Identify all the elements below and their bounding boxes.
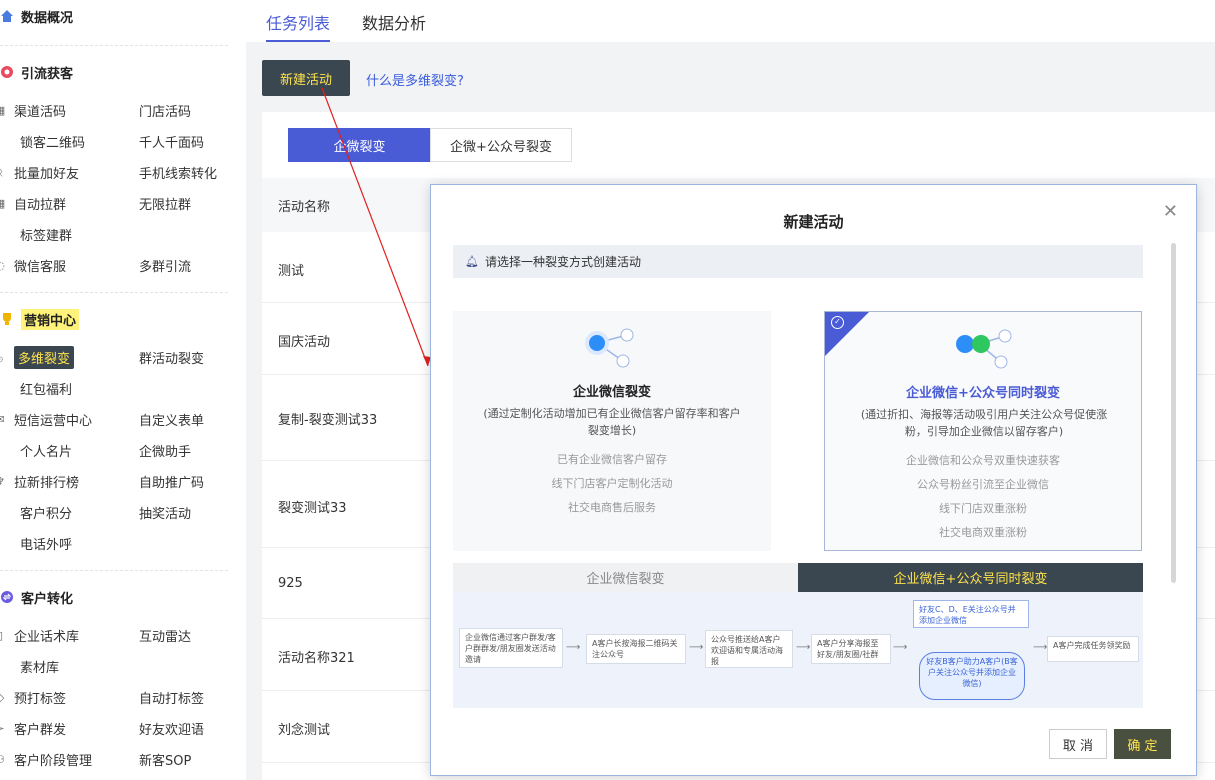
flow-step: A客户分享海报至好友/朋友圈/社群 — [811, 634, 891, 664]
qrcode-icon: ▦ — [0, 197, 6, 210]
flow-tabs: 企业微信裂变 企业微信+公众号同时裂变 — [453, 563, 1143, 592]
sidebar-item-red-packet[interactable]: 红包福利 — [20, 378, 72, 398]
arrow-right-icon: ⟶ — [689, 642, 704, 653]
action-bar: 新建活动 什么是多维裂变? — [246, 42, 1215, 112]
send-icon: ➢ — [0, 722, 6, 735]
tab-data-analysis[interactable]: 数据分析 — [362, 10, 426, 34]
top-tabs: 任务列表 数据分析 — [246, 0, 1215, 42]
trophy-icon — [0, 312, 14, 326]
sidebar-item-radar[interactable]: 互动雷达 — [139, 625, 191, 645]
flow-tab-wecom[interactable]: 企业微信裂变 — [453, 563, 798, 592]
sidebar-item-personal-code[interactable]: 千人千面码 — [139, 131, 204, 151]
qrcode-icon: ▦ — [0, 104, 6, 117]
bell-icon: 🔔︎ — [465, 255, 479, 268]
chat-icon: ◌ — [0, 259, 6, 272]
network-icon — [956, 329, 1012, 369]
close-icon[interactable]: ✕ — [1163, 201, 1178, 222]
flow-step: 好友B客户助力A客户(B客户关注公众号并添加企业微信) — [919, 652, 1025, 700]
sidebar-item-multi-fission[interactable]: ۞多维裂变 — [0, 345, 75, 369]
sidebar-item-store-code[interactable]: 门店活码 — [139, 100, 191, 120]
section-traffic[interactable]: 引流获客 — [0, 60, 73, 84]
divider — [0, 45, 228, 46]
flow-step: A客户长按海报二维码关注公众号 — [586, 634, 686, 664]
sidebar-item-welcome[interactable]: 好友欢迎语 — [139, 718, 204, 738]
sidebar-overview[interactable]: 数据概况 — [0, 4, 73, 28]
sidebar-item-leaderboard[interactable]: ♆拉新排行榜 — [0, 471, 79, 491]
sidebar-item-group-fission[interactable]: 群活动裂变 — [139, 347, 204, 367]
segment-wecom-mp-fission[interactable]: 企微+公众号裂变 — [430, 128, 572, 162]
notice-bar: 🔔︎ 请选择一种裂变方式创建活动 — [453, 245, 1143, 278]
convert-icon — [0, 590, 14, 604]
sidebar-item-batch-add[interactable]: ᛟ批量加好友 — [0, 162, 79, 182]
divider — [0, 570, 228, 571]
sidebar-item-script-lib[interactable]: ▯企业话术库 — [0, 625, 79, 645]
sidebar-item-promo-code[interactable]: 自助推广码 — [139, 471, 204, 491]
sidebar-item-auto-group[interactable]: ▦自动拉群 — [0, 193, 66, 213]
sidebar-item-auto-tag[interactable]: 自动打标签 — [139, 687, 204, 707]
sidebar-item-multi-group[interactable]: 多群引流 — [139, 255, 191, 275]
arrow-right-icon: ⟶ — [566, 642, 581, 653]
sidebar-item-pre-tag[interactable]: ◇预打标签 — [0, 687, 66, 707]
sidebar-item-material[interactable]: 素材库 — [20, 656, 59, 676]
section-convert[interactable]: 客户转化 — [0, 585, 73, 609]
home-icon — [0, 9, 14, 23]
sidebar-item-points[interactable]: 客户积分 — [20, 502, 72, 522]
cancel-button[interactable]: 取 消 — [1049, 729, 1107, 759]
flow-step: 公众号推送给A客户欢迎语和专属活动海报 — [705, 630, 793, 668]
modal-title: 新建活动 — [783, 213, 844, 231]
cup-icon: ♆ — [0, 475, 6, 488]
new-activity-modal: 新建活动 ✕ 🔔︎ 请选择一种裂变方式创建活动 企业微信裂变 (通过定制化活动增… — [430, 184, 1197, 776]
sidebar-item-custom-form[interactable]: 自定义表单 — [139, 409, 204, 429]
sidebar-item-wechat-service[interactable]: ◌微信客服 — [0, 255, 66, 275]
tab-task-list[interactable]: 任务列表 — [266, 10, 330, 34]
sidebar-item-wecom-assistant[interactable]: 企微助手 — [139, 440, 191, 460]
section-marketing[interactable]: 营销中心 — [0, 307, 80, 331]
sidebar-item-stage[interactable]: ⚇客户阶段管理 — [0, 749, 92, 769]
sidebar-item-call-out[interactable]: 电话外呼 — [20, 533, 72, 553]
sidebar-item-unlimited-group[interactable]: 无限拉群 — [139, 193, 191, 213]
confirm-button[interactable]: 确 定 — [1114, 729, 1171, 759]
share-icon: ۞ — [0, 351, 6, 364]
network-icon — [585, 328, 634, 368]
sidebar-item-phone-lead[interactable]: 手机线索转化 — [139, 162, 217, 182]
sidebar-item-lock-code[interactable]: 锁客二维码 — [20, 131, 85, 151]
check-icon: ✓ — [831, 316, 844, 329]
what-is-fission-link[interactable]: 什么是多维裂变? — [366, 70, 464, 89]
magnet-icon — [0, 65, 14, 79]
sidebar-item-mass-send[interactable]: ➢客户群发 — [0, 718, 66, 738]
sidebar-item-tag-group[interactable]: 标签建群 — [20, 224, 72, 244]
user-add-icon: ᛟ — [0, 166, 6, 179]
mail-icon: ✉ — [0, 413, 6, 426]
flow-icon: ⚇ — [0, 753, 6, 766]
segment-wecom-fission[interactable]: 企微裂变 — [288, 128, 431, 162]
arrow-right-icon: ⟶ — [1033, 642, 1048, 653]
sidebar-item-channel-code[interactable]: ▦渠道活码 — [0, 100, 66, 120]
sidebar-item-new-sop[interactable]: 新客SOP — [139, 749, 191, 769]
flow-step: 好友C、D、E关注公众号并添加企业微信 — [913, 600, 1029, 628]
new-activity-button[interactable]: 新建活动 — [262, 60, 350, 96]
card-wecom-mp-fission[interactable]: ✓ 企业微信+公众号同时裂变 (通过折扣、海报等活动吸引用户关注公众号促使涨粉，… — [824, 311, 1142, 551]
flow-tab-wecom-mp[interactable]: 企业微信+公众号同时裂变 — [798, 563, 1143, 592]
card-wecom-fission[interactable]: 企业微信裂变 (通过定制化活动增加已有企业微信客户留存率和客户裂变增长) 已有企… — [453, 311, 771, 551]
flow-step: A客户完成任务领奖励 — [1047, 636, 1139, 662]
arrow-right-icon: ⟶ — [796, 642, 811, 653]
divider — [0, 292, 228, 293]
tag-icon: ◇ — [0, 691, 6, 704]
sidebar-item-sms-center[interactable]: ✉短信运营中心 — [0, 409, 92, 429]
flow-diagram: 企业微信通过客户群发/客户群群发/朋友圈发送活动邀请 ⟶ A客户长按海报二维码关… — [453, 592, 1143, 708]
sidebar: 数据概况 引流获客 ▦渠道活码 门店活码 锁客二维码 千人千面码 ᛟ批量加好友 … — [0, 0, 246, 780]
flow-step: 企业微信通过客户群发/客户群群发/朋友圈发送活动邀请 — [459, 628, 563, 668]
modal-scrollbar[interactable] — [1171, 243, 1176, 583]
sidebar-item-business-card[interactable]: 个人名片 — [20, 440, 72, 460]
book-icon: ▯ — [0, 629, 6, 642]
arrow-right-icon: ⟶ — [893, 642, 908, 653]
sidebar-item-lottery[interactable]: 抽奖活动 — [139, 502, 191, 522]
